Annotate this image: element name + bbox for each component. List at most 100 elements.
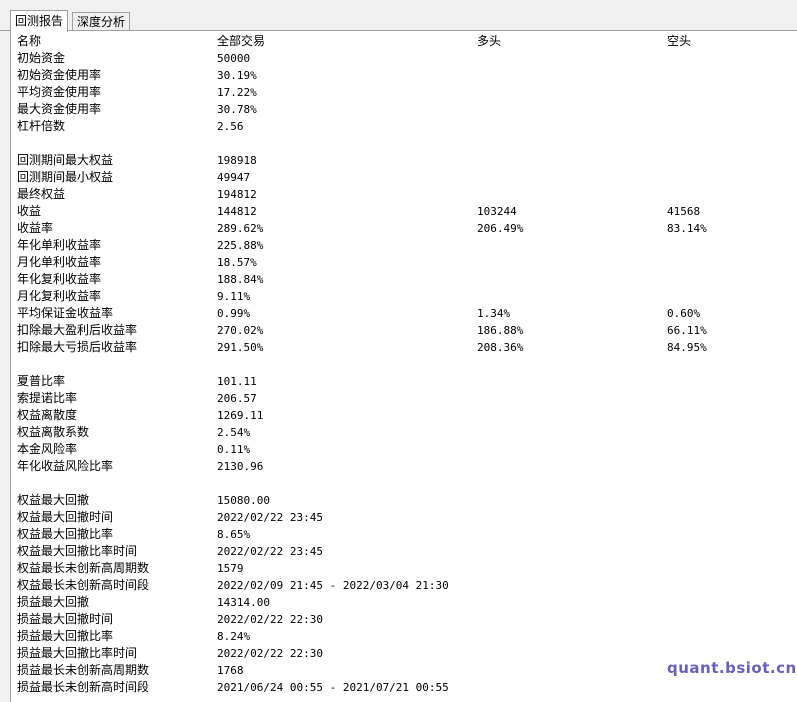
row-label: 年化收益风险比率: [17, 459, 114, 473]
table-row: 损益最大回撤 14314.00: [11, 594, 797, 611]
row-label: 初始资金使用率: [17, 68, 102, 82]
row-label: 最大资金使用率: [17, 102, 102, 116]
row-value-all: 2130.96: [217, 460, 264, 473]
table-row: 权益最大回撤比率时间 2022/02/22 23:45: [11, 543, 797, 560]
table-row: 回测期间最大权益 198918: [11, 152, 797, 169]
table-row: 权益最大回撤比率 8.65%: [11, 526, 797, 543]
row-label: 收益: [17, 204, 42, 218]
row-value-all: 144812: [217, 205, 257, 218]
row-value-all: 225.88%: [217, 239, 264, 252]
row-label: 权益最大回撤比率: [17, 527, 114, 541]
table-row: 扣除最大亏损后收益率 291.50% 208.36% 84.95%: [11, 339, 797, 356]
row-value-all: 15080.00: [217, 494, 270, 507]
row-label: 索提诺比率: [17, 391, 78, 405]
row-label: 扣除最大盈利后收益率: [17, 323, 138, 337]
watermark-text: quant.bsiot.cn: [667, 659, 797, 677]
table-row: 损益最长未创新高时间段 2021/06/24 00:55 - 2021/07/21…: [11, 679, 797, 696]
table-row: 权益离散系数 2.54%: [11, 424, 797, 441]
table-row: 月化单利收益率 18.57%: [11, 254, 797, 271]
row-value-all: 1269.11: [217, 409, 264, 422]
table-row: 初始资金使用率 30.19%: [11, 67, 797, 84]
row-value-all: 206.57: [217, 392, 257, 405]
tab-deep-analysis[interactable]: 深度分析: [72, 12, 131, 30]
row-label: 权益最长未创新高时间段: [17, 578, 150, 592]
table-row: 收益 144812 103244 41568: [11, 203, 797, 220]
table-row: 杠杆倍数 2.56: [11, 118, 797, 135]
row-label: 权益最大回撤比率时间: [17, 544, 138, 558]
table-row: 年化单利收益率 225.88%: [11, 237, 797, 254]
table-row: 收益率 289.62% 206.49% 83.14%: [11, 220, 797, 237]
row-label: 年化复利收益率: [17, 272, 102, 286]
column-header-all-trades: 全部交易: [217, 34, 266, 48]
row-label: 权益离散系数: [17, 425, 90, 439]
row-value-all: 50000: [217, 52, 251, 65]
table-row: 回测期间最小权益 49947: [11, 169, 797, 186]
row-value-all: 0.11%: [217, 443, 251, 456]
row-value-all: 49947: [217, 171, 251, 184]
row-label: 损益最大回撤比率: [17, 629, 114, 643]
row-value-all: 30.19%: [217, 69, 257, 82]
row-value-all: 2022/02/22 23:45: [217, 545, 323, 558]
table-row: 平均保证金收益率 0.99% 1.34% 0.60%: [11, 305, 797, 322]
row-value-all: 194812: [217, 188, 257, 201]
row-value-all: 2.56: [217, 120, 244, 133]
row-label: 最终权益: [17, 187, 66, 201]
table-header: 名称 全部交易 多头 空头: [11, 33, 797, 50]
column-header-long: 多头: [477, 34, 502, 48]
row-value-short: 41568: [667, 205, 701, 218]
row-label: 权益最大回撤时间: [17, 510, 114, 524]
row-label: 权益离散度: [17, 408, 78, 422]
row-value-all: 18.57%: [217, 256, 257, 269]
table-row: 月化复利收益率 9.11%: [11, 288, 797, 305]
row-value-all: 0.99%: [217, 307, 251, 320]
row-value-short: 0.60%: [667, 307, 701, 320]
table-row: 权益最长未创新高周期数 1579: [11, 560, 797, 577]
row-value-short: 66.11%: [667, 324, 707, 337]
row-value-all: 289.62%: [217, 222, 264, 235]
row-label: 夏普比率: [17, 374, 66, 388]
row-value-all: 2022/02/22 22:30: [217, 613, 323, 626]
row-value-all: 2.54%: [217, 426, 251, 439]
report-panel: 名称 全部交易 多头 空头 初始资金 50000 初始资金使用率 30.19% 平均资金…: [10, 31, 797, 702]
row-value-all: 198918: [217, 154, 257, 167]
row-value-long: 1.34%: [477, 307, 511, 320]
row-value-long: 186.88%: [477, 324, 524, 337]
row-label: 初始资金: [17, 51, 66, 65]
row-label: 权益最长未创新高周期数: [17, 561, 150, 575]
row-label: 损益最大回撤比率时间: [17, 646, 138, 660]
row-label: 回测期间最小权益: [17, 170, 114, 184]
table-row: 权益最长未创新高时间段 2022/02/09 21:45 - 2022/03/04…: [11, 577, 797, 594]
table-row: 最终权益 194812: [11, 186, 797, 203]
tab-backtest-report[interactable]: 回测报告: [10, 10, 69, 32]
row-value-all: 2022/02/22 22:30: [217, 647, 323, 660]
row-value-all: 2022/02/22 23:45: [217, 511, 323, 524]
row-label: 回测期间最大权益: [17, 153, 114, 167]
row-value-all: 2021/06/24 00:55 - 2021/07/21 00:55: [217, 681, 449, 694]
row-label: 损益最大回撤: [17, 595, 90, 609]
column-header-short: 空头: [667, 34, 692, 48]
row-label: 本金风险率: [17, 442, 78, 456]
row-value-all: 291.50%: [217, 341, 264, 354]
row-value-short: 84.95%: [667, 341, 707, 354]
row-label: 权益最大回撤: [17, 493, 90, 507]
table-row: 夏普比率 101.11: [11, 373, 797, 390]
table-row: 索提诺比率 206.57: [11, 390, 797, 407]
row-value-all: 14314.00: [217, 596, 270, 609]
row-value-all: 101.11: [217, 375, 257, 388]
row-label: 损益最长未创新高周期数: [17, 663, 150, 677]
row-label: 收益率: [17, 221, 54, 235]
table-row: 权益最大回撤时间 2022/02/22 23:45: [11, 509, 797, 526]
row-value-all: 270.02%: [217, 324, 264, 337]
table-row: 扣除最大盈利后收益率 270.02% 186.88% 66.11%: [11, 322, 797, 339]
tab-bar: 回测报告 深度分析: [0, 0, 797, 32]
table-row: 年化复利收益率 188.84%: [11, 271, 797, 288]
column-header-name: 名称: [17, 34, 42, 48]
row-value-long: 208.36%: [477, 341, 524, 354]
row-label: 扣除最大亏损后收益率: [17, 340, 138, 354]
row-label: 年化单利收益率: [17, 238, 102, 252]
table-row: 平均资金使用率 17.22%: [11, 84, 797, 101]
table-row: 权益最大回撤 15080.00: [11, 492, 797, 509]
table-row: 最大资金使用率 30.78%: [11, 101, 797, 118]
table-row: 损益最大回撤比率 8.24%: [11, 628, 797, 645]
row-value-short: 83.14%: [667, 222, 707, 235]
